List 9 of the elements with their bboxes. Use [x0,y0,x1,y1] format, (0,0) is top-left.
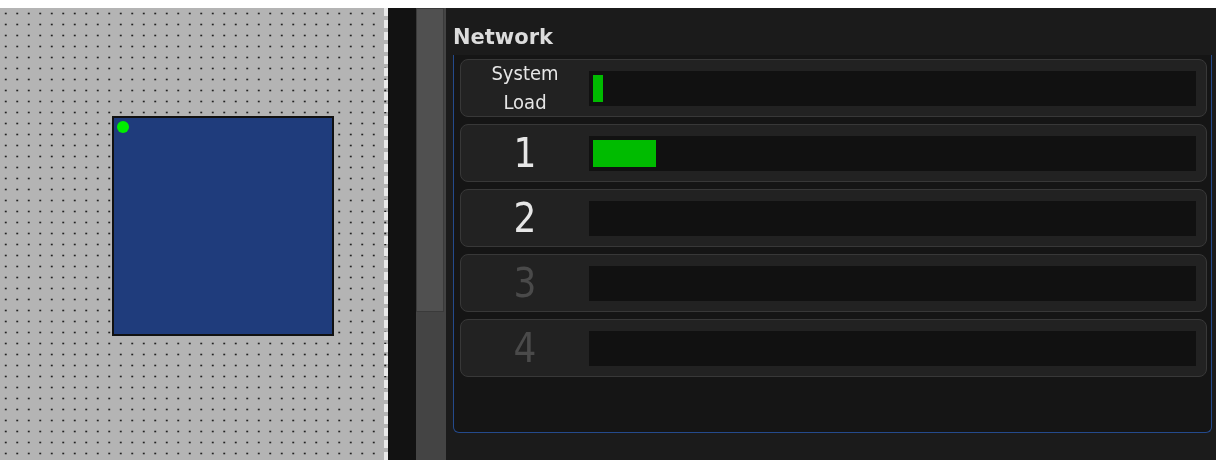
splitter-bar[interactable] [388,8,416,460]
status-dot [117,121,129,133]
scrollbar[interactable] [416,8,446,460]
panel-title: Network [453,25,554,51]
row-label: 2 [512,195,538,241]
row-label: System Load [490,60,560,116]
scrollbar-thumb[interactable] [416,8,444,312]
row-label: 1 [512,130,538,176]
node-block[interactable] [112,116,334,336]
